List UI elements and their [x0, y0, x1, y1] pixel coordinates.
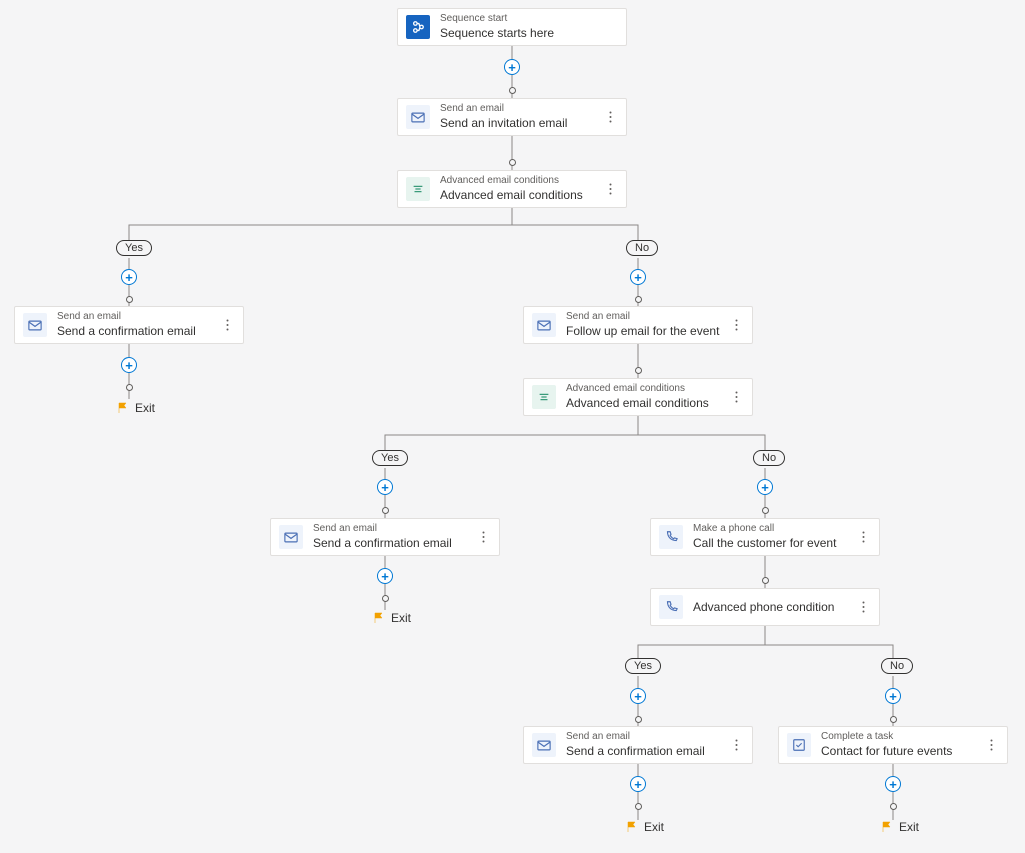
card-more-button[interactable]	[855, 595, 871, 619]
connector-dot	[382, 507, 389, 514]
card-text: Advanced email conditions Advanced email…	[440, 175, 602, 203]
phone-condition-icon	[659, 595, 683, 619]
send-confirmation-card[interactable]: Send an email Send a confirmation email	[14, 306, 244, 344]
email-icon	[532, 733, 556, 757]
card-text: Advanced email conditions Advanced email…	[566, 383, 728, 411]
add-step-button[interactable]: +	[630, 688, 646, 704]
email-icon	[532, 313, 556, 337]
exit-marker: Exit	[373, 611, 411, 625]
card-text: Advanced phone condition	[693, 600, 855, 615]
card-text: Send an email Send a confirmation email	[313, 523, 475, 551]
card-more-button[interactable]	[728, 385, 744, 409]
card-text: Make a phone call Call the customer for …	[693, 523, 855, 551]
add-step-button[interactable]: +	[885, 776, 901, 792]
card-more-button[interactable]	[728, 313, 744, 337]
card-more-button[interactable]	[855, 525, 871, 549]
connector-dot	[635, 367, 642, 374]
flag-icon	[626, 821, 638, 833]
add-step-button[interactable]: +	[885, 688, 901, 704]
exit-marker: Exit	[626, 820, 664, 834]
task-icon	[787, 733, 811, 757]
connector-dot	[635, 716, 642, 723]
card-more-button[interactable]	[983, 733, 999, 757]
connector-dot	[509, 159, 516, 166]
branch-no-pill: No	[881, 658, 913, 674]
email-icon	[279, 525, 303, 549]
connector-dot	[126, 384, 133, 391]
branch-no-pill: No	[753, 450, 785, 466]
add-step-button[interactable]: +	[377, 568, 393, 584]
connector-dot	[509, 87, 516, 94]
card-text: Complete a task Contact for future event…	[821, 731, 983, 759]
branch-yes-pill: Yes	[372, 450, 408, 466]
add-step-button[interactable]: +	[121, 357, 137, 373]
connector-dot	[762, 507, 769, 514]
sequence-start-icon	[406, 15, 430, 39]
email-icon	[406, 105, 430, 129]
complete-task-card[interactable]: Complete a task Contact for future event…	[778, 726, 1008, 764]
exit-marker: Exit	[117, 401, 155, 415]
send-invitation-card[interactable]: Send an email Send an invitation email	[397, 98, 627, 136]
add-step-button[interactable]: +	[504, 59, 520, 75]
flag-icon	[881, 821, 893, 833]
connector-dot	[382, 595, 389, 602]
connector-dot	[762, 577, 769, 584]
card-more-button[interactable]	[219, 313, 235, 337]
exit-marker: Exit	[881, 820, 919, 834]
connector-dot	[635, 296, 642, 303]
add-step-button[interactable]: +	[377, 479, 393, 495]
flag-icon	[117, 402, 129, 414]
condition-icon	[532, 385, 556, 409]
email-icon	[23, 313, 47, 337]
advanced-phone-condition-card[interactable]: Advanced phone condition	[650, 588, 880, 626]
card-more-button[interactable]	[602, 177, 618, 201]
follow-up-email-card[interactable]: Send an email Follow up email for the ev…	[523, 306, 753, 344]
send-confirmation-card[interactable]: Send an email Send a confirmation email	[270, 518, 500, 556]
connector-dot	[126, 296, 133, 303]
card-text: Sequence start Sequence starts here	[440, 13, 618, 41]
card-text: Send an email Send a confirmation email	[57, 311, 219, 339]
card-more-button[interactable]	[728, 733, 744, 757]
add-step-button[interactable]: +	[121, 269, 137, 285]
add-step-button[interactable]: +	[630, 269, 646, 285]
connector-dot	[635, 803, 642, 810]
connector-dot	[890, 716, 897, 723]
phone-icon	[659, 525, 683, 549]
connector-dot	[890, 803, 897, 810]
branch-no-pill: No	[626, 240, 658, 256]
card-text: Send an email Send an invitation email	[440, 103, 602, 131]
add-step-button[interactable]: +	[630, 776, 646, 792]
add-step-button[interactable]: +	[757, 479, 773, 495]
send-confirmation-card[interactable]: Send an email Send a confirmation email	[523, 726, 753, 764]
advanced-email-conditions-card[interactable]: Advanced email conditions Advanced email…	[523, 378, 753, 416]
sequence-start-card[interactable]: Sequence start Sequence starts here	[397, 8, 627, 46]
card-more-button[interactable]	[602, 105, 618, 129]
make-phone-call-card[interactable]: Make a phone call Call the customer for …	[650, 518, 880, 556]
flag-icon	[373, 612, 385, 624]
advanced-email-conditions-card[interactable]: Advanced email conditions Advanced email…	[397, 170, 627, 208]
card-more-button[interactable]	[475, 525, 491, 549]
branch-yes-pill: Yes	[116, 240, 152, 256]
card-text: Send an email Send a confirmation email	[566, 731, 728, 759]
branch-yes-pill: Yes	[625, 658, 661, 674]
card-text: Send an email Follow up email for the ev…	[566, 311, 728, 339]
condition-icon	[406, 177, 430, 201]
